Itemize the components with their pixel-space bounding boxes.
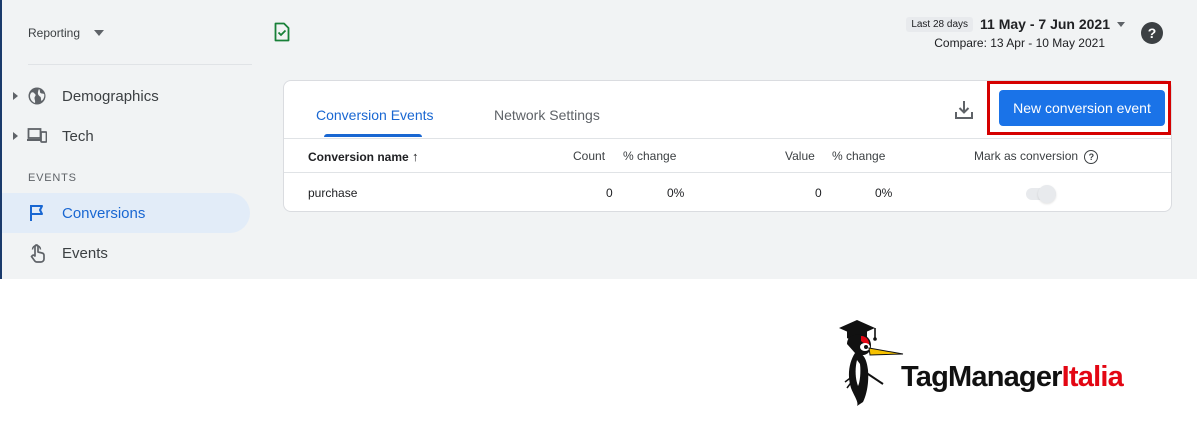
col-header-count[interactable]: Count [573, 149, 605, 163]
date-range-text: 11 May - 7 Jun 2021 [980, 16, 1110, 32]
cell-value-change: 0% [875, 186, 893, 200]
brand-wordmark: TagManagerItalia [901, 361, 1124, 394]
col-header-label: Conversion name [308, 150, 409, 164]
header-row-divider [284, 172, 1171, 173]
tab-conversion-events[interactable]: Conversion Events [316, 107, 434, 123]
col-header-count-change[interactable]: % change [623, 149, 676, 163]
cell-value: 0 [815, 186, 822, 200]
expand-arrow-icon[interactable] [13, 132, 18, 140]
col-header-mark-as-conversion: Mark as conversion ? [974, 149, 1099, 164]
help-icon[interactable]: ? [1141, 22, 1163, 44]
conversions-card: Conversion Events Network Settings New c… [283, 80, 1172, 212]
col-header-value-change[interactable]: % change [832, 149, 885, 163]
reporting-dropdown[interactable]: Reporting [28, 26, 105, 40]
sidebar-item-tech[interactable]: Tech [2, 116, 250, 156]
active-tab-indicator [324, 134, 422, 137]
devices-icon [26, 125, 48, 147]
caret-down-icon [94, 30, 105, 36]
sidebar-item-label: Demographics [62, 87, 159, 105]
caret-down-icon [1117, 21, 1125, 27]
period-badge: Last 28 days [906, 16, 974, 32]
brand-part-tagmanager: TagManager [901, 361, 1062, 393]
sort-arrow-icon[interactable]: ↑ [412, 149, 419, 164]
flag-icon [26, 202, 48, 224]
sidebar-item-conversions[interactable]: Conversions [2, 193, 250, 233]
sidebar-item-demographics[interactable]: Demographics [2, 76, 250, 116]
toggle-knob [1038, 185, 1056, 203]
verified-report-icon[interactable] [272, 22, 292, 47]
tab-network-settings[interactable]: Network Settings [494, 107, 600, 123]
new-conversion-event-button[interactable]: New conversion event [999, 90, 1165, 126]
mark-as-conversion-toggle[interactable] [1026, 185, 1058, 203]
sidebar-item-label: Events [62, 244, 108, 262]
cell-conversion-name: purchase [308, 186, 358, 200]
compare-range-text: Compare: 13 Apr - 10 May 2021 [934, 36, 1105, 50]
sidebar-divider [28, 64, 252, 65]
sidebar-item-events[interactable]: Events [2, 233, 250, 273]
col-header-value[interactable]: Value [785, 149, 815, 163]
sidebar-item-label: Tech [62, 127, 94, 145]
help-circle-icon[interactable]: ? [1084, 149, 1099, 164]
cell-count-change: 0% [667, 186, 685, 200]
col-header-label: Mark as conversion [974, 149, 1079, 163]
sidebar: Reporting Demographics Tech EVENTS Conve… [2, 0, 258, 279]
reporting-label: Reporting [28, 26, 81, 40]
sidebar-item-label: Conversions [62, 204, 146, 222]
globe-icon [26, 85, 48, 107]
expand-arrow-icon[interactable] [13, 92, 18, 100]
touch-icon [26, 242, 48, 264]
download-icon[interactable] [953, 99, 975, 126]
cell-count: 0 [606, 186, 613, 200]
tabs-divider [284, 138, 1171, 139]
events-section-label: EVENTS [28, 172, 77, 184]
col-header-conversion-name[interactable]: Conversion name ↑ [308, 149, 419, 164]
date-range-selector[interactable]: Last 28 days 11 May - 7 Jun 2021 Compare… [906, 16, 1125, 50]
brand-part-italia: Italia [1061, 361, 1124, 393]
analytics-app: Reporting Demographics Tech EVENTS Conve… [0, 0, 1197, 279]
